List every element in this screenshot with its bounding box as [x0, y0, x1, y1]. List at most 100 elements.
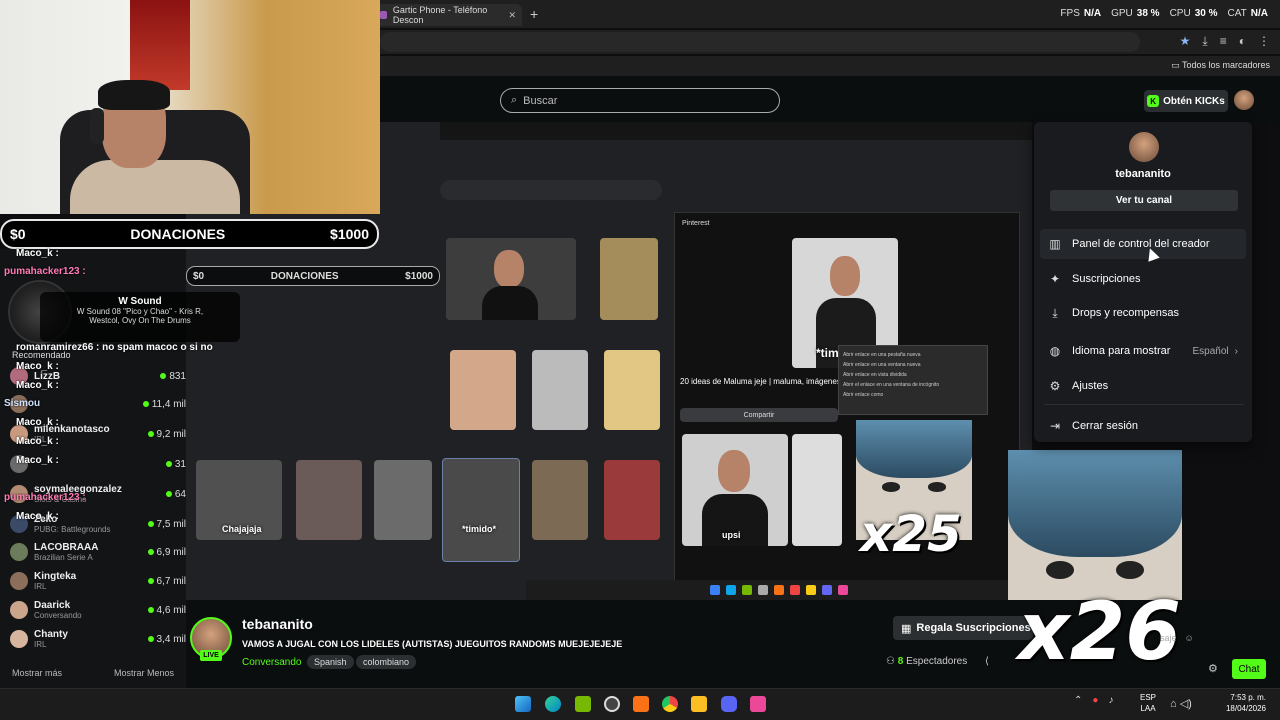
- profile-icon[interactable]: ◐: [1239, 34, 1246, 49]
- user-avatar[interactable]: [1234, 90, 1254, 110]
- browser-tab[interactable]: Gartic Phone - Teléfono Descon ✕: [372, 4, 522, 26]
- edge-icon[interactable]: [545, 696, 561, 712]
- image-thumbnail[interactable]: [604, 350, 660, 430]
- brave-icon[interactable]: [633, 696, 649, 712]
- captured-app-icon: [774, 585, 784, 595]
- live-badge: LIVE: [200, 650, 222, 661]
- chat-send-button[interactable]: Chat: [1232, 659, 1266, 679]
- image-thumbnail[interactable]: [450, 350, 516, 430]
- windows-start-icon[interactable]: [515, 696, 531, 712]
- menu-item-drops-y-recompensas[interactable]: ⤓ Drops y recompensas: [1040, 298, 1246, 328]
- menu-avatar: [1129, 132, 1159, 162]
- face-graphic: [830, 256, 860, 296]
- context-menu-item[interactable]: Abrir enlace en una pestaña nueva: [843, 350, 983, 360]
- media-icon[interactable]: ≡: [1220, 34, 1227, 49]
- share-icon[interactable]: ⟨: [985, 656, 989, 667]
- show-less-button[interactable]: Mostrar Menos: [114, 668, 174, 678]
- context-menu-item[interactable]: Abrir enlace en vista dividida: [843, 370, 983, 380]
- gift-subs-button[interactable]: ▦ Regala Suscripciones: [893, 616, 1033, 640]
- menu-dots-icon[interactable]: ⋮: [1258, 34, 1270, 49]
- image-thumbnail[interactable]: [604, 460, 660, 540]
- tab-close-icon[interactable]: ✕: [508, 10, 516, 21]
- get-kicks-button[interactable]: K Obtén KICKs: [1144, 90, 1228, 112]
- tiktok-icon[interactable]: [750, 696, 766, 712]
- chat-message: romanramirez66 : no spam macoc o si no: [16, 342, 213, 353]
- image-thumbnail[interactable]: [374, 460, 432, 540]
- nvidia-icon[interactable]: [575, 696, 591, 712]
- chat-message: Maco_k :: [16, 511, 59, 522]
- context-menu-item[interactable]: Abrir el enlace en una ventana de incógn…: [843, 380, 983, 390]
- channel-viewers: 64: [165, 489, 186, 500]
- streamer-name[interactable]: tebananito: [242, 616, 313, 632]
- sidebar-channel[interactable]: Daarick Conversando 4,6 mil: [10, 596, 186, 624]
- chrome-icon[interactable]: [662, 696, 678, 712]
- image-thumbnail[interactable]: [532, 350, 588, 430]
- captured-taskbar: [526, 580, 1032, 600]
- tray-app-icon[interactable]: ●: [1092, 695, 1098, 706]
- context-menu-item[interactable]: Abrir enlace en una ventana nueva: [843, 360, 983, 370]
- tag-colombiano[interactable]: colombiano: [356, 655, 417, 669]
- menu-item-label: Cerrar sesión: [1072, 420, 1139, 432]
- live-dot-icon: [165, 491, 172, 497]
- microphone-icon[interactable]: ♪: [1108, 695, 1113, 706]
- context-menu: Abrir enlace en una pestaña nueva Abrir e…: [838, 345, 988, 415]
- system-clock[interactable]: 7:53 p. m. 18/04/2026: [1204, 692, 1266, 714]
- tag-spanish[interactable]: Spanish: [307, 655, 354, 669]
- meme-eye: [1046, 561, 1075, 579]
- tray-chevron-icon[interactable]: ⌃: [1074, 695, 1082, 706]
- all-bookmarks-button[interactable]: ▭ Todos los marcadores: [1171, 60, 1270, 71]
- stream-category[interactable]: Conversando: [242, 657, 301, 668]
- now-playing-line1: W Sound 08 "Pico y Chao" - Kris R,: [76, 307, 204, 316]
- input-language[interactable]: ESP LAA: [1140, 692, 1156, 714]
- sidebar-channel[interactable]: Chanty IRL 3,4 mil: [10, 625, 186, 653]
- download-icon[interactable]: ⤓: [1202, 34, 1207, 49]
- context-menu-item[interactable]: Abrir enlace como: [843, 390, 983, 400]
- headset: [90, 108, 104, 144]
- channel-name: Kingteka: [34, 571, 77, 582]
- thumbnail-label: *timido*: [462, 524, 497, 534]
- image-thumbnail[interactable]: [600, 238, 658, 320]
- address-bar[interactable]: [380, 32, 1140, 52]
- show-more-button[interactable]: Mostrar más: [12, 668, 62, 678]
- pinterest-related-image[interactable]: [792, 434, 842, 546]
- menu-item-cerrar-sesi-n[interactable]: ⇥ Cerrar sesión: [1040, 411, 1246, 441]
- viewers-label: Espectadores: [906, 656, 968, 667]
- menu-item-suscripciones[interactable]: ✦ Suscripciones: [1040, 264, 1246, 294]
- image-thumbnail[interactable]: [296, 460, 362, 540]
- chevron-right-icon: ›: [1234, 345, 1238, 357]
- menu-item-extra: Español: [1192, 345, 1229, 357]
- channel-viewer-count: 6,7 mil: [156, 575, 186, 587]
- search-input[interactable]: ⌕ Buscar: [500, 88, 780, 113]
- channel-viewers: 6,9 mil: [147, 547, 186, 558]
- face-graphic: [494, 250, 524, 288]
- menu-username: tebananito: [1115, 168, 1171, 180]
- chat-input[interactable]: saje ☺: [1160, 626, 1260, 650]
- image-thumbnail-selected[interactable]: [442, 458, 520, 562]
- network-volume-icons[interactable]: ⌂ ◁): [1170, 697, 1192, 710]
- share-button[interactable]: Compartir: [680, 408, 838, 422]
- channel-viewers: 9,2 mil: [147, 429, 186, 440]
- channel-category: Conversando: [34, 611, 82, 620]
- meme-eye: [881, 482, 901, 492]
- captured-donation-min: $0: [193, 270, 205, 282]
- menu-item-idioma-para-mostrar[interactable]: ◍ Idioma para mostrar Español ›: [1040, 336, 1246, 366]
- new-tab-button[interactable]: +: [530, 6, 538, 22]
- channel-avatar: [10, 630, 28, 648]
- discord-icon[interactable]: [721, 696, 737, 712]
- sidebar-channel[interactable]: LACOBRAAA Brazilian Serie A 6,9 mil: [10, 538, 186, 566]
- chat-settings-icon[interactable]: ⚙: [1208, 662, 1218, 675]
- file-explorer-icon[interactable]: [691, 696, 707, 712]
- channel-viewer-count: 11,4 mil: [151, 398, 186, 410]
- menu-item-panel-de-control-del-creador[interactable]: ▥ Panel de control del creador: [1040, 229, 1246, 259]
- bookmark-star-icon[interactable]: ★: [1180, 34, 1191, 49]
- captured-donation-max: $1000: [405, 270, 433, 282]
- menu-item-ajustes[interactable]: ⚙ Ajustes: [1040, 371, 1246, 401]
- obs-icon[interactable]: [604, 696, 620, 712]
- image-thumbnail[interactable]: [446, 238, 576, 320]
- view-channel-button[interactable]: Ver tu canal: [1050, 190, 1238, 211]
- stat-value: 38 %: [1136, 8, 1160, 19]
- bookmarks-bar: [380, 56, 1280, 76]
- emoji-icon[interactable]: ☺: [1185, 633, 1194, 643]
- sidebar-channel[interactable]: Kingteka IRL 6,7 mil: [10, 567, 186, 595]
- image-thumbnail[interactable]: [532, 460, 588, 540]
